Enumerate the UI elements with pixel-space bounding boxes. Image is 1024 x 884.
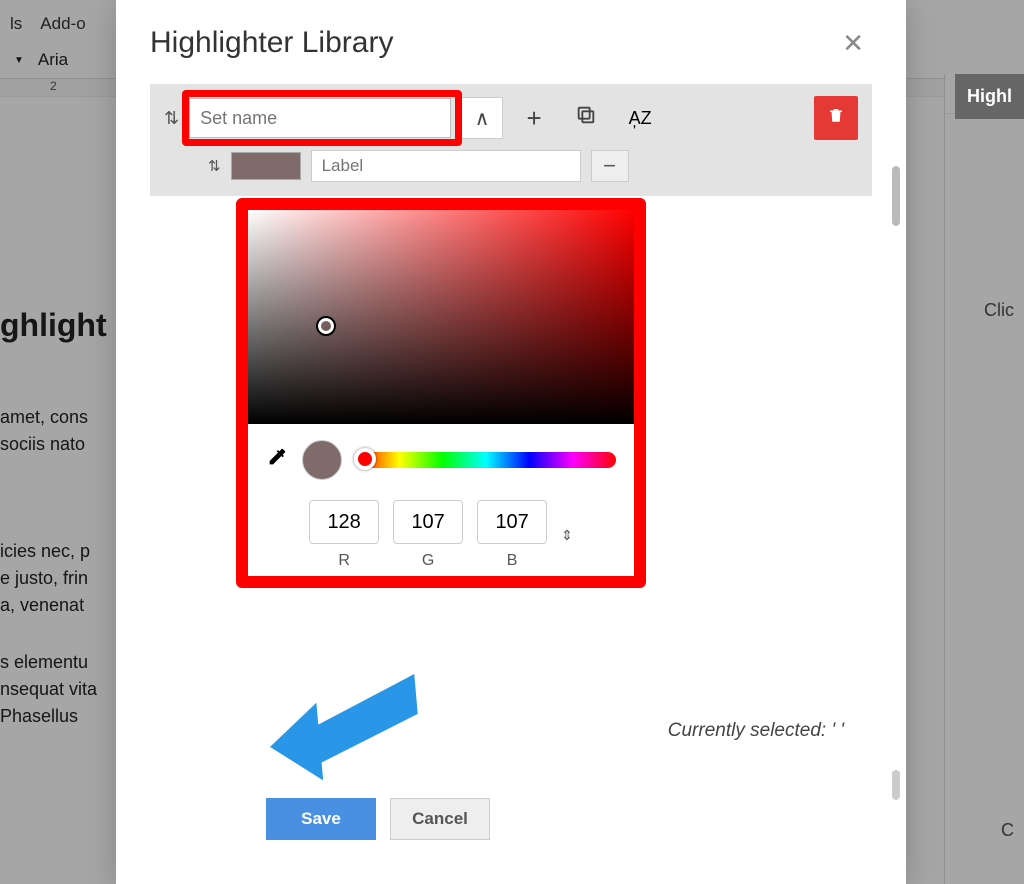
blue-label: B <box>507 552 518 570</box>
annotation-arrow <box>268 660 428 785</box>
color-swatch[interactable] <box>231 152 301 180</box>
close-icon[interactable]: ✕ <box>834 26 872 60</box>
reorder-handle-icon[interactable]: ⇅ <box>208 157 221 175</box>
add-button[interactable]: + <box>513 97 555 139</box>
green-label: G <box>422 552 434 570</box>
save-button[interactable]: Save <box>266 798 376 840</box>
label-input[interactable] <box>311 150 581 182</box>
sidebar-tab-highlight[interactable]: Highl <box>955 74 1024 119</box>
hue-slider-thumb[interactable] <box>354 448 376 470</box>
color-mode-toggle[interactable]: ⇕ <box>561 527 573 544</box>
green-input[interactable] <box>393 500 463 544</box>
label-row: ⇅ − <box>150 150 872 196</box>
currently-selected-label: Currently selected: ' ' <box>668 720 844 742</box>
saturation-cursor[interactable] <box>318 318 334 334</box>
copy-button[interactable] <box>565 97 607 139</box>
trash-icon <box>827 106 845 130</box>
eyedropper-icon[interactable] <box>266 446 288 474</box>
saturation-lightness-area[interactable] <box>248 210 634 424</box>
modal-title: Highlighter Library <box>150 26 393 60</box>
cancel-button[interactable]: Cancel <box>390 798 490 840</box>
set-name-input[interactable] <box>189 98 451 138</box>
delete-set-button[interactable] <box>814 96 858 140</box>
minus-icon: − <box>603 153 616 179</box>
red-label: R <box>338 552 350 570</box>
color-picker: R G B ⇕ <box>236 198 646 588</box>
copy-icon <box>575 104 597 132</box>
reorder-handle-icon[interactable]: ⇅ <box>164 108 179 129</box>
collapse-button[interactable]: ∧ <box>461 97 503 139</box>
remove-label-button[interactable]: − <box>591 150 629 182</box>
scrollbar-thumb-bottom[interactable] <box>892 770 900 800</box>
current-color-preview <box>302 440 342 480</box>
blue-input[interactable] <box>477 500 547 544</box>
scrollbar-thumb[interactable] <box>892 166 900 226</box>
sort-az-button[interactable]: A͎Z <box>617 108 663 129</box>
red-input[interactable] <box>309 500 379 544</box>
hue-slider[interactable] <box>356 452 616 468</box>
plus-icon: + <box>527 103 542 134</box>
set-row: ⇅ ∧ + A͎Z <box>150 84 872 150</box>
chevron-up-icon: ∧ <box>475 106 490 131</box>
sidebar-text-c: C <box>1001 820 1014 841</box>
sidebar-text-click: Clic <box>984 300 1014 321</box>
